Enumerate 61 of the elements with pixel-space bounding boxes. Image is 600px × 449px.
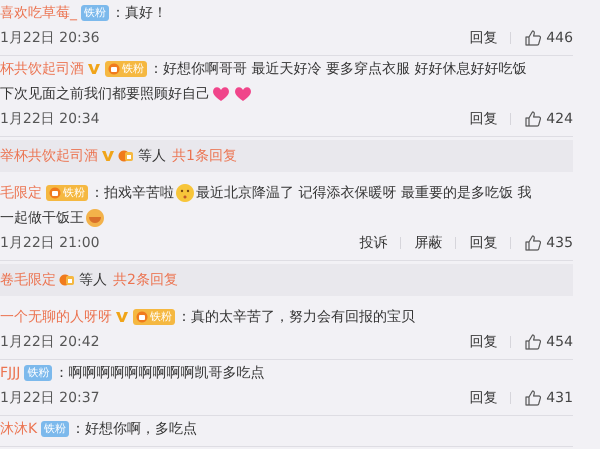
action-link[interactable]: 投诉 — [359, 234, 388, 252]
colon-text: ： — [177, 308, 191, 326]
like-count: 424 — [546, 110, 573, 126]
comment-time: 1月22日 20:34 — [0, 110, 100, 128]
comment-time: 1月22日 20:37 — [0, 388, 100, 406]
fan-badge: 铁粉 — [133, 308, 175, 324]
thumbs-up-icon[interactable] — [524, 110, 542, 128]
username-link[interactable]: 举杯共饮起司酒 — [0, 147, 98, 165]
thumbs-up-icon[interactable] — [524, 28, 542, 46]
action-link[interactable]: 屏蔽 — [414, 234, 442, 252]
comment-text: 一起做干饭王 — [0, 208, 84, 226]
username-link[interactable]: 毛限定 — [0, 184, 42, 202]
username-link[interactable]: 喜欢吃草莓_ — [0, 4, 77, 22]
thumbs-up-icon[interactable] — [524, 332, 542, 350]
fan-badge: 铁粉 — [24, 364, 52, 380]
bowl-emoji-icon — [85, 208, 105, 228]
comment-time: 1月22日 21:00 — [0, 234, 100, 252]
thumbs-up-icon[interactable] — [524, 234, 542, 252]
reply-count-link[interactable]: 共2条回复 — [113, 271, 178, 289]
comment-text: 最近北京降温了 记得添衣保暖呀 最重要的是多吃饭 我 — [196, 184, 532, 202]
username-link[interactable]: 沐沐K — [0, 420, 38, 438]
reply-count-link[interactable]: 共1条回复 — [172, 147, 237, 165]
comment-text: 啊啊啊啊啊啊啊啊啊凯哥多吃点 — [68, 364, 264, 382]
comment-time: 1月22日 20:36 — [0, 28, 100, 46]
action-link[interactable]: 回复 — [469, 110, 498, 128]
action-link[interactable]: 回复 — [469, 234, 498, 252]
action-link[interactable]: 回复 — [469, 388, 498, 406]
username-link[interactable]: 杯共饮起司酒 — [0, 60, 84, 78]
fan-badge-icon — [118, 149, 134, 163]
comment-text: 好想你啊，多吃点 — [85, 420, 198, 438]
colon-text: ： — [90, 184, 104, 202]
fan-badge: 铁粉 — [81, 4, 109, 20]
like-count: 431 — [546, 390, 573, 406]
username-link[interactable]: 一个无聊的人呀呀 — [0, 308, 112, 326]
like-count: 454 — [546, 334, 573, 350]
like-count: 435 — [546, 234, 573, 250]
username-link[interactable]: 卷毛限定 — [0, 271, 56, 289]
others-text: 等人 — [79, 271, 107, 289]
colon-text: ： — [149, 60, 163, 78]
action-link[interactable]: 回复 — [469, 28, 498, 46]
comment-text: 真好！ — [125, 4, 167, 22]
fan-badge: 铁粉 — [46, 184, 88, 200]
reply-summary-bar[interactable]: 举杯共饮起司酒 等人 共1条回复 — [0, 140, 573, 172]
thumbs-up-icon[interactable] — [524, 388, 542, 406]
colon-text: ： — [71, 420, 86, 438]
smiley-emoji-icon — [175, 182, 195, 202]
comment-time: 1月22日 20:42 — [0, 332, 100, 350]
comment-text: 拍戏辛苦啦 — [104, 184, 174, 202]
fan-badge: 铁粉 — [105, 60, 147, 76]
others-text: 等人 — [138, 147, 166, 165]
fan-badge-icon — [59, 273, 75, 287]
colon-text: ： — [111, 4, 125, 22]
fan-badge: 铁粉 — [41, 420, 70, 436]
like-count: 446 — [546, 30, 573, 46]
comment-text: 好想你啊哥哥 最近天好冷 要多穿点衣服 好好休息好好吃饭 — [163, 60, 526, 78]
reply-summary-bar[interactable]: 卷毛限定 等人 共2条回复 — [0, 264, 573, 296]
username-link[interactable]: FJJJ — [0, 364, 20, 380]
action-link[interactable]: 回复 — [469, 332, 498, 350]
colon-text: ： — [54, 364, 68, 382]
comment-text: 真的太辛苦了，努力会有回报的宝贝 — [191, 308, 415, 326]
comment-text: 下次见面之前我们都要照顾好自己 — [0, 84, 210, 102]
